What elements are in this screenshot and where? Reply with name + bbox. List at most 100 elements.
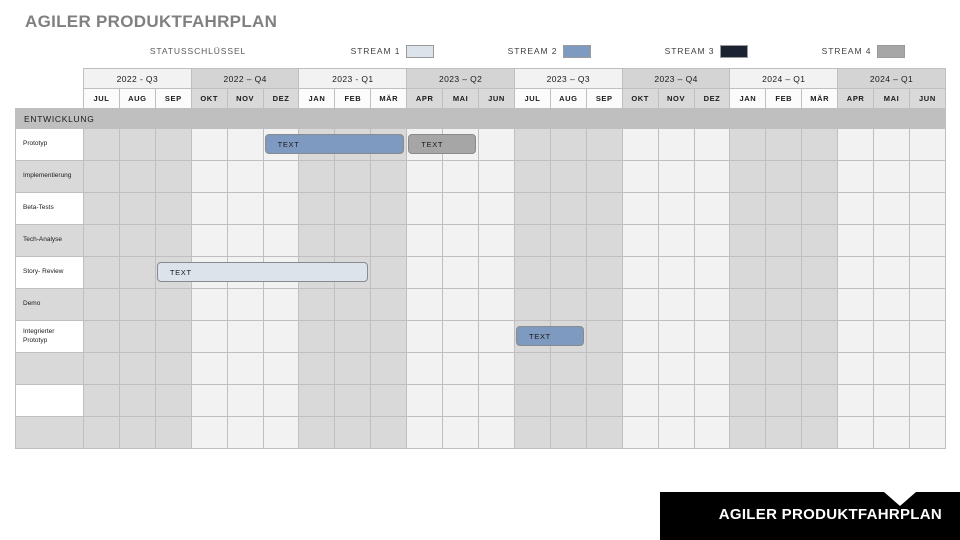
grid-cell[interactable] [657, 224, 695, 257]
grid-cell[interactable] [370, 320, 408, 353]
grid-cell[interactable] [908, 320, 946, 353]
grid-cell[interactable] [585, 256, 623, 289]
grid-cell[interactable] [370, 352, 408, 385]
grid-cell[interactable] [298, 192, 336, 225]
grid-cell[interactable] [657, 352, 695, 385]
grid-cell[interactable] [657, 416, 695, 449]
grid-cell[interactable] [406, 256, 444, 289]
grid-cell[interactable] [478, 160, 515, 193]
grid-cell[interactable] [478, 320, 515, 353]
grid-cell[interactable] [334, 320, 372, 353]
grid-cell[interactable] [585, 352, 623, 385]
grid-cell[interactable] [837, 384, 875, 417]
grid-cell[interactable] [765, 416, 803, 449]
grid-cell[interactable] [226, 384, 264, 417]
grid-cell[interactable] [298, 416, 336, 449]
grid-cell[interactable] [190, 384, 228, 417]
grid-cell[interactable] [370, 224, 408, 257]
grid-cell[interactable] [406, 192, 444, 225]
grid-cell[interactable] [118, 224, 156, 257]
grid-cell[interactable] [908, 192, 946, 225]
grid-cell[interactable] [226, 288, 264, 321]
grid-cell[interactable] [442, 352, 480, 385]
grid-cell[interactable] [873, 192, 910, 225]
grid-cell[interactable] [442, 288, 480, 321]
grid-cell[interactable] [837, 128, 875, 161]
grid-cell[interactable] [83, 128, 120, 161]
grid-cell[interactable] [406, 224, 444, 257]
table-row[interactable] [15, 416, 946, 449]
grid-cell[interactable] [765, 192, 803, 225]
grid-cell[interactable] [118, 352, 156, 385]
grid-cell[interactable] [226, 224, 264, 257]
grid-cell[interactable] [298, 288, 336, 321]
grid-cell[interactable] [83, 160, 120, 193]
grid-cell[interactable] [908, 288, 946, 321]
grid-cell[interactable] [873, 128, 910, 161]
grid-cell[interactable] [513, 160, 551, 193]
grid-cell[interactable] [621, 160, 659, 193]
grid-cell[interactable] [801, 192, 839, 225]
grid-cell[interactable] [801, 416, 839, 449]
grid-cell[interactable] [657, 320, 695, 353]
grid-cell[interactable] [729, 256, 767, 289]
grid-cell[interactable] [585, 384, 623, 417]
grid-cell[interactable] [729, 416, 767, 449]
grid-cell[interactable] [478, 192, 515, 225]
grid-cell[interactable] [729, 352, 767, 385]
row-label-2[interactable]: Implementierung [15, 160, 84, 193]
grid-cell[interactable] [334, 192, 372, 225]
grid-cell[interactable] [549, 416, 587, 449]
grid-cell[interactable] [765, 352, 803, 385]
grid-cell[interactable] [729, 192, 767, 225]
grid-cell[interactable] [154, 352, 192, 385]
grid-cell[interactable] [693, 352, 731, 385]
table-row[interactable]: Story- Review [15, 256, 946, 289]
grid-cell[interactable] [693, 160, 731, 193]
grid-cell[interactable] [908, 352, 946, 385]
grid-cell[interactable] [765, 256, 803, 289]
legend-item-stream-4[interactable]: STREAM 4 [785, 44, 942, 58]
grid-cell[interactable] [765, 384, 803, 417]
grid-cell[interactable] [478, 256, 515, 289]
grid-cell[interactable] [657, 160, 695, 193]
grid-cell[interactable] [190, 192, 228, 225]
grid-cell[interactable] [549, 192, 587, 225]
grid-cell[interactable] [657, 128, 695, 161]
grid-cell[interactable] [298, 352, 336, 385]
grid-cell[interactable] [873, 320, 910, 353]
grid-cell[interactable] [693, 224, 731, 257]
grid-cell[interactable] [83, 384, 120, 417]
grid-cell[interactable] [693, 192, 731, 225]
grid-cell[interactable] [908, 384, 946, 417]
grid-cell[interactable] [334, 416, 372, 449]
grid-cell[interactable] [549, 128, 587, 161]
task-bar[interactable]: TEXT [408, 134, 477, 154]
table-row[interactable]: Prototyp [15, 128, 946, 161]
grid-cell[interactable] [513, 224, 551, 257]
table-row[interactable]: Integrierter Prototyp [15, 320, 946, 353]
task-bar[interactable]: TEXT [156, 262, 369, 282]
grid-cell[interactable] [765, 160, 803, 193]
grid-cell[interactable] [442, 416, 480, 449]
grid-cell[interactable] [118, 192, 156, 225]
grid-cell[interactable] [118, 160, 156, 193]
grid-cell[interactable] [370, 384, 408, 417]
grid-cell[interactable] [621, 320, 659, 353]
grid-cell[interactable] [873, 256, 910, 289]
grid-cell[interactable] [621, 192, 659, 225]
grid-cell[interactable] [478, 384, 515, 417]
grid-cell[interactable] [908, 224, 946, 257]
grid-cell[interactable] [83, 416, 120, 449]
grid-cell[interactable] [442, 320, 480, 353]
grid-cell[interactable] [262, 384, 300, 417]
grid-cell[interactable] [298, 384, 336, 417]
grid-cell[interactable] [478, 128, 515, 161]
grid-cell[interactable] [83, 256, 120, 289]
grid-cell[interactable] [513, 288, 551, 321]
grid-cell[interactable] [693, 288, 731, 321]
grid-cell[interactable] [406, 320, 444, 353]
grid-cell[interactable] [513, 128, 551, 161]
row-label-8[interactable] [15, 352, 84, 385]
grid-cell[interactable] [585, 224, 623, 257]
